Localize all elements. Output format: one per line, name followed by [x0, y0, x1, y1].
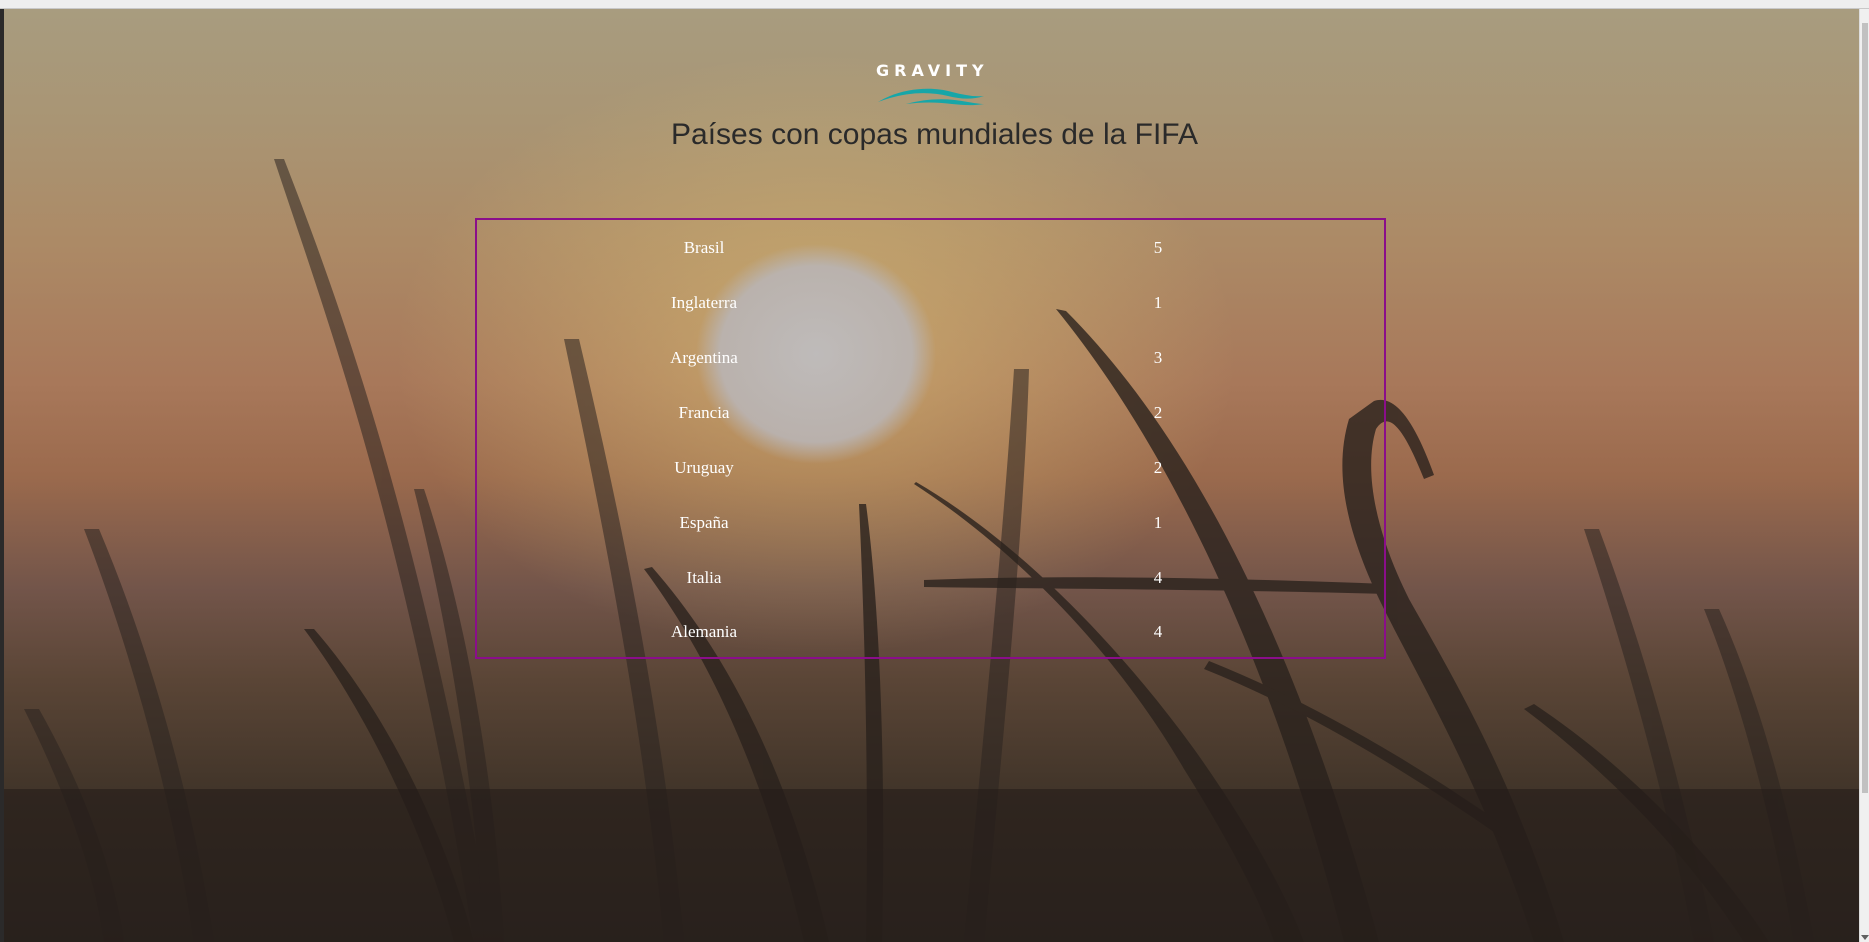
cups-cell: 1 [1153, 293, 1163, 312]
table-row: Brasil 5 [477, 238, 1384, 268]
scroll-down-arrow-icon[interactable] [1861, 935, 1869, 940]
cups-cell: 4 [1153, 622, 1163, 641]
wave-logo-icon [878, 88, 984, 106]
cups-cell: 5 [1153, 238, 1163, 257]
table-row: Italia 4 [477, 568, 1384, 598]
table-row: Francia 2 [477, 403, 1384, 433]
cups-cell: 4 [1153, 568, 1163, 587]
vertical-scrollbar[interactable] [1859, 9, 1869, 942]
world-cups-table: Brasil 5 Inglaterra 1 Argentina 3 Franci… [475, 218, 1386, 659]
table-row: España 1 [477, 513, 1384, 543]
country-cell: Inglaterra [670, 293, 738, 312]
gravity-logo: GRAVITY [876, 62, 986, 110]
browser-top-bar [0, 0, 1869, 9]
country-cell: Italia [686, 568, 722, 587]
logo-text: GRAVITY [876, 61, 989, 80]
country-cell: Francia [678, 403, 730, 422]
country-cell: España [679, 513, 729, 532]
table-row: Inglaterra 1 [477, 293, 1384, 323]
cups-cell: 1 [1153, 513, 1163, 532]
country-cell: Argentina [670, 348, 738, 367]
table-row: Uruguay 2 [477, 458, 1384, 488]
table-row: Alemania 4 [477, 622, 1384, 652]
scrollbar-thumb[interactable] [1862, 23, 1868, 793]
country-cell: Alemania [670, 622, 738, 641]
country-cell: Uruguay [674, 458, 734, 477]
cups-cell: 2 [1153, 403, 1163, 422]
country-cell: Brasil [683, 238, 725, 257]
page-title: Países con copas mundiales de la FIFA [671, 118, 1198, 151]
cups-cell: 3 [1153, 348, 1163, 367]
table-row: Argentina 3 [477, 348, 1384, 378]
cups-cell: 2 [1153, 458, 1163, 477]
